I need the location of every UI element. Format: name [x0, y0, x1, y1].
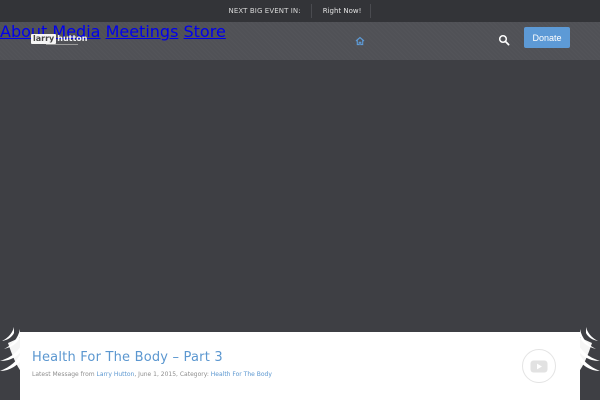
logo-box-text: larry	[31, 34, 57, 44]
youtube-icon	[530, 360, 548, 372]
event-bar: NEXT BIG EVENT IN: Right Now!	[0, 0, 600, 22]
category-link[interactable]: Health For The Body	[211, 371, 272, 378]
donate-button[interactable]: Donate	[524, 27, 570, 48]
logo-text: hutton	[57, 34, 88, 43]
meta-prefix: Latest Message from	[32, 371, 95, 378]
video-play-button[interactable]	[522, 349, 556, 383]
nav-store[interactable]: Store	[184, 22, 226, 41]
latest-message-card: Health For The Body – Part 3 Latest Mess…	[20, 332, 580, 400]
divider	[370, 4, 372, 18]
event-label: NEXT BIG EVENT IN:	[228, 7, 301, 15]
home-icon[interactable]	[355, 36, 365, 46]
author-link[interactable]: Larry Hutton	[97, 371, 135, 378]
meta-date: , June 1, 2015, Category:	[134, 371, 209, 378]
event-countdown: Right Now!	[322, 7, 362, 15]
site-logo[interactable]: larry hutton	[31, 34, 87, 44]
nav-meetings[interactable]: Meetings	[106, 22, 179, 41]
message-meta: Latest Message from Larry Hutton, June 1…	[32, 371, 272, 378]
search-icon[interactable]	[498, 34, 510, 46]
site-header: larry hutton About Media Meetings Store …	[0, 22, 600, 60]
logo-tagline-line	[46, 44, 78, 45]
message-title[interactable]: Health For The Body – Part 3	[32, 350, 223, 365]
